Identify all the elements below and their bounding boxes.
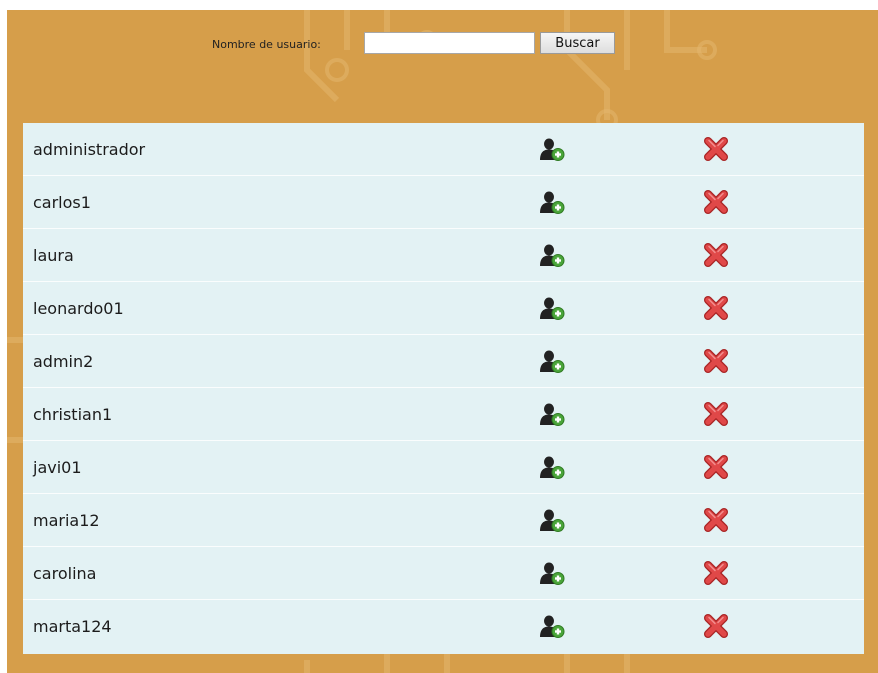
add-user-icon [540, 456, 565, 479]
add-user-button[interactable] [539, 243, 565, 267]
page-frame: Nombre de usuario: Buscar administrador [7, 10, 878, 673]
search-label: Nombre de usuario: [212, 38, 321, 51]
username-label: carlos1 [33, 193, 91, 212]
add-user-icon [540, 191, 565, 214]
delete-user-button[interactable] [703, 508, 729, 532]
user-row: administrador [23, 123, 864, 176]
add-user-icon [540, 562, 565, 585]
delete-x-icon [704, 508, 728, 532]
user-row: christian1 [23, 388, 864, 441]
add-user-icon [540, 509, 565, 532]
add-user-icon [540, 138, 565, 161]
add-user-icon [540, 615, 565, 638]
delete-user-button[interactable] [703, 137, 729, 161]
delete-x-icon [704, 561, 728, 585]
username-search-input[interactable] [364, 32, 535, 54]
delete-x-icon [704, 349, 728, 373]
add-user-button[interactable] [539, 296, 565, 320]
user-row: laura [23, 229, 864, 282]
delete-user-button[interactable] [703, 614, 729, 638]
add-user-icon [540, 350, 565, 373]
delete-user-button[interactable] [703, 243, 729, 267]
user-row: javi01 [23, 441, 864, 494]
delete-x-icon [704, 614, 728, 638]
delete-user-button[interactable] [703, 455, 729, 479]
delete-user-button[interactable] [703, 561, 729, 585]
username-label: christian1 [33, 405, 113, 424]
delete-x-icon [704, 296, 728, 320]
user-row: leonardo01 [23, 282, 864, 335]
username-label: administrador [33, 140, 146, 159]
add-user-icon [540, 297, 565, 320]
delete-x-icon [704, 190, 728, 214]
user-list: administrador carlos1 laura leonardo01 a… [23, 123, 864, 654]
search-bar: Nombre de usuario: Buscar [7, 32, 878, 58]
user-row: marta124 [23, 600, 864, 653]
user-row: carlos1 [23, 176, 864, 229]
add-user-button[interactable] [539, 349, 565, 373]
add-user-button[interactable] [539, 137, 565, 161]
add-user-icon [540, 244, 565, 267]
username-label: maria12 [33, 511, 100, 530]
add-user-button[interactable] [539, 561, 565, 585]
user-row: admin2 [23, 335, 864, 388]
user-row: carolina [23, 547, 864, 600]
username-label: javi01 [33, 458, 82, 477]
delete-user-button[interactable] [703, 402, 729, 426]
delete-user-button[interactable] [703, 190, 729, 214]
add-user-icon [540, 403, 565, 426]
delete-user-button[interactable] [703, 296, 729, 320]
username-label: laura [33, 246, 74, 265]
add-user-button[interactable] [539, 508, 565, 532]
add-user-button[interactable] [539, 190, 565, 214]
username-label: admin2 [33, 352, 94, 371]
username-label: leonardo01 [33, 299, 124, 318]
delete-x-icon [704, 243, 728, 267]
add-user-button[interactable] [539, 614, 565, 638]
delete-x-icon [704, 455, 728, 479]
search-button[interactable]: Buscar [540, 32, 615, 54]
add-user-button[interactable] [539, 455, 565, 479]
add-user-button[interactable] [539, 402, 565, 426]
username-label: carolina [33, 564, 97, 583]
username-label: marta124 [33, 617, 112, 636]
delete-user-button[interactable] [703, 349, 729, 373]
user-row: maria12 [23, 494, 864, 547]
delete-x-icon [704, 402, 728, 426]
delete-x-icon [704, 137, 728, 161]
